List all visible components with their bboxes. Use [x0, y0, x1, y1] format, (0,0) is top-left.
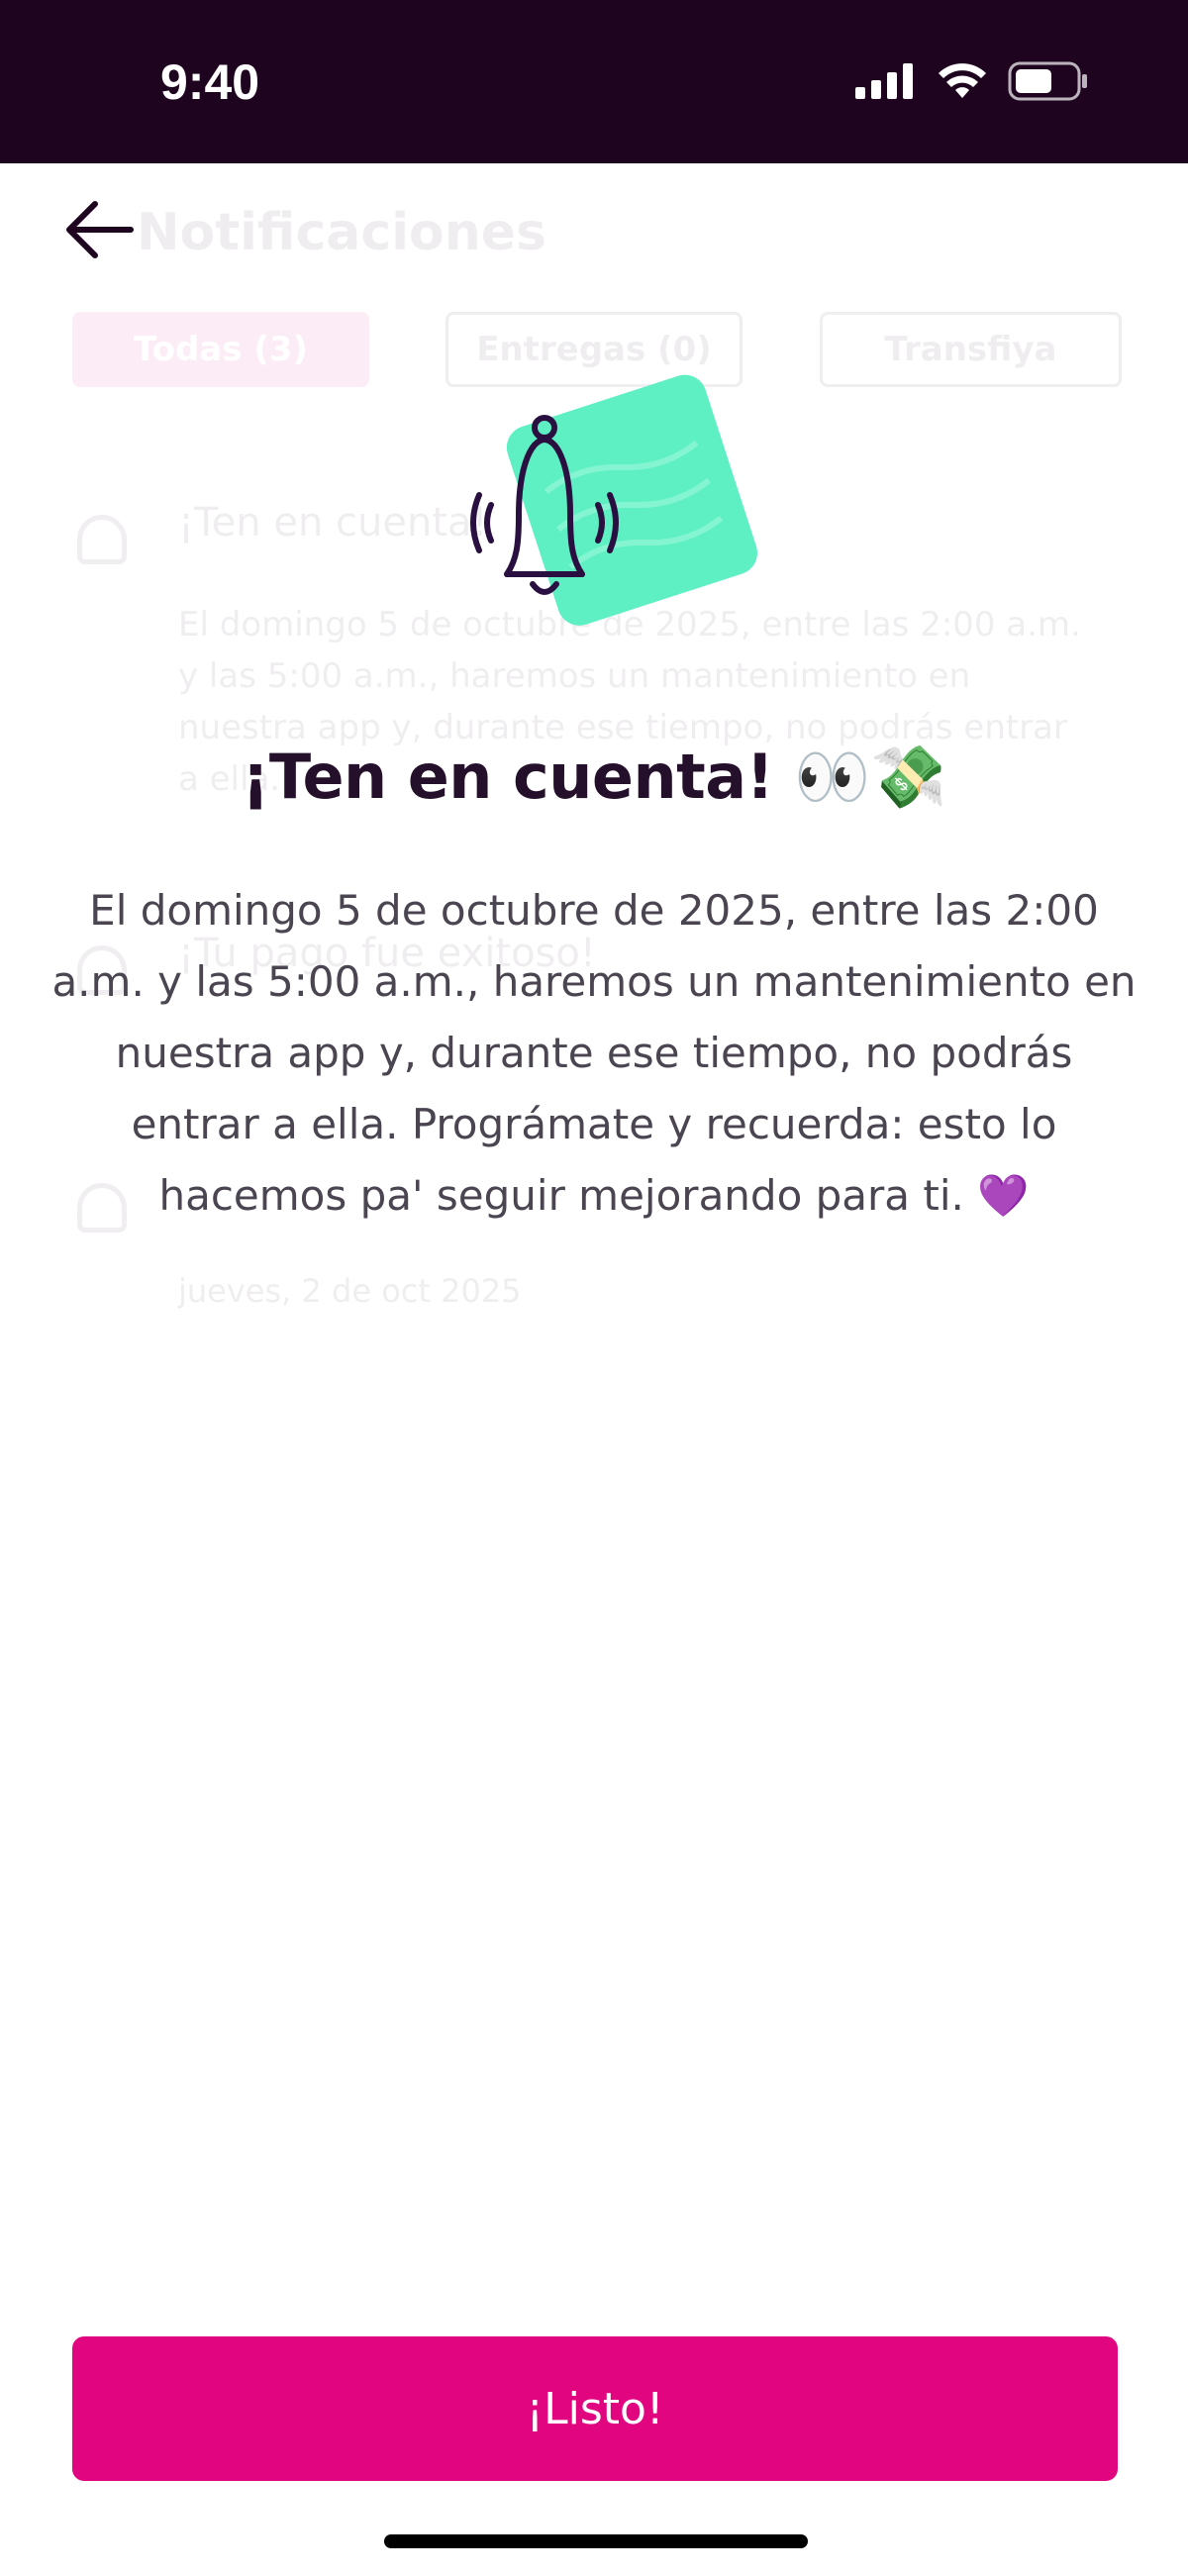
- wifi-icon: [939, 63, 986, 98]
- status-icons: [855, 61, 1089, 101]
- bg-bell-icon: [77, 515, 127, 564]
- bg-tab-all: Todas (3): [72, 312, 369, 387]
- status-bar: 9:40: [0, 0, 1188, 163]
- bg-tab-transfiya: Transfiya: [820, 312, 1122, 387]
- status-time: 9:40: [160, 54, 260, 110]
- bell-ringing-icon: [470, 374, 758, 626]
- cellular-signal-icon: [855, 63, 913, 99]
- home-indicator[interactable]: [384, 2534, 808, 2548]
- listo-button[interactable]: ¡Listo!: [72, 2336, 1118, 2481]
- modal-body-text: El domingo 5 de octubre de 2025, entre l…: [51, 886, 1137, 1220]
- bg-page-title: Notificaciones: [137, 203, 546, 262]
- modal-headline: ¡Ten en cuenta! 👀💸: [242, 741, 946, 813]
- back-arrow-icon[interactable]: [61, 198, 137, 261]
- battery-icon: [1008, 61, 1087, 101]
- bg-item-date: jueves, 2 de oct 2025: [178, 1272, 522, 1310]
